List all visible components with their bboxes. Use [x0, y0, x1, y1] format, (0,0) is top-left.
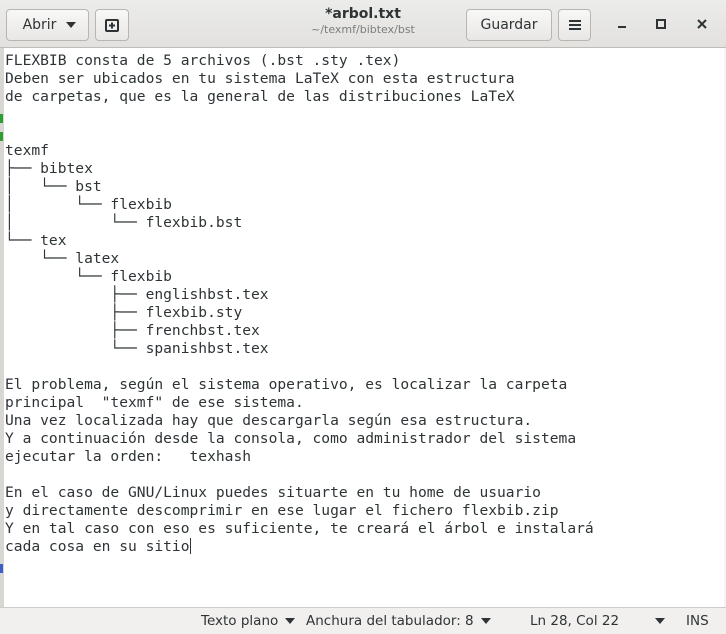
- editor-line: texmf: [5, 142, 49, 159]
- editor-line: FLEXBIB consta de 5 archivos (.bst .sty …: [5, 52, 401, 69]
- editor-line: Y a continuación desde la consola, como …: [5, 430, 577, 447]
- text-editor-area[interactable]: FLEXBIB consta de 5 archivos (.bst .sty …: [4, 48, 724, 607]
- editor-line: En el caso de GNU/Linux puedes situarte …: [5, 484, 541, 501]
- maximize-icon: [656, 19, 666, 29]
- gutter-marker-green: [0, 114, 3, 123]
- editor-line: ├── englishbst.tex: [5, 286, 269, 303]
- maximize-button[interactable]: [649, 12, 673, 36]
- minimize-button[interactable]: [610, 12, 634, 36]
- editor-line: y directamente descomprimir en ese lugar…: [5, 502, 559, 519]
- open-button-label: Abrir: [22, 17, 57, 33]
- chevron-down-icon: [66, 22, 77, 28]
- status-bar: Texto plano Anchura del tabulador: 8 Ln …: [0, 607, 726, 634]
- new-document-button[interactable]: [95, 9, 129, 41]
- hamburger-menu-icon: [568, 20, 581, 30]
- editor-line: └── spanishbst.tex: [5, 340, 269, 357]
- close-icon: [697, 19, 707, 29]
- chevron-down-icon: [285, 618, 296, 624]
- editor-line: │ └── bst: [5, 178, 102, 195]
- editor-line: ├── bibtex: [5, 160, 93, 177]
- editor-line: ejecutar la orden: texhash: [5, 448, 252, 465]
- window-title: *arbol.txt: [325, 6, 401, 22]
- tab-width-label: Anchura del tabulador: 8: [306, 613, 474, 629]
- save-button[interactable]: Guardar: [466, 9, 552, 41]
- cursor-position-selector[interactable]: Ln 28, Col 22: [530, 613, 666, 629]
- text-editor-window: Abrir *arbol.txt ~/texmf/bibtex/bst Guar…: [0, 0, 726, 634]
- editor-line: │ └── flexbib: [5, 196, 172, 213]
- window-subtitle: ~/texmf/bibtex/bst: [311, 23, 415, 36]
- new-document-icon: [105, 19, 119, 32]
- gutter-marker-green: [0, 132, 3, 141]
- gutter-marker-blue: [0, 564, 3, 573]
- editor-line: └── flexbib: [5, 268, 172, 285]
- insert-mode-label: INS: [686, 613, 709, 629]
- editor-line: Deben ser ubicados en tu sistema LaTeX c…: [5, 70, 515, 87]
- editor-line: El problema, según el sistema operativo,…: [5, 376, 568, 393]
- minimize-icon: [618, 26, 626, 28]
- save-button-label: Guardar: [480, 17, 538, 33]
- editor-text: FLEXBIB consta de 5 archivos (.bst .sty …: [4, 48, 724, 556]
- editor-line: de carpetas, que es la general de las di…: [5, 88, 515, 105]
- open-button[interactable]: Abrir: [6, 9, 89, 41]
- text-cursor: [189, 538, 191, 554]
- window-title-area: *arbol.txt ~/texmf/bibtex/bst: [240, 6, 486, 37]
- tab-width-selector[interactable]: Anchura del tabulador: 8: [306, 613, 491, 629]
- editor-line: ├── frenchbst.tex: [5, 322, 260, 339]
- close-button[interactable]: [690, 12, 714, 36]
- editor-line: Y en tal caso con eso es suficiente, te …: [5, 520, 594, 537]
- editor-line: │ └── flexbib.bst: [5, 214, 243, 231]
- syntax-selector[interactable]: Texto plano: [201, 613, 296, 629]
- editor-line: principal "texmf" de ese sistema.: [5, 394, 304, 411]
- chevron-down-icon: [655, 618, 666, 624]
- menu-button[interactable]: [558, 9, 591, 41]
- editor-line: ├── flexbib.sty: [5, 304, 243, 321]
- chevron-down-icon: [480, 618, 491, 624]
- editor-line: Una vez localizada hay que descargarla s…: [5, 412, 533, 429]
- editor-line: └── latex: [5, 250, 120, 267]
- syntax-label: Texto plano: [201, 613, 279, 629]
- editor-line: cada cosa en su sitio: [5, 538, 190, 555]
- insert-mode-indicator[interactable]: INS: [686, 613, 709, 629]
- cursor-position-label: Ln 28, Col 22: [530, 613, 620, 629]
- editor-line: └── tex: [5, 232, 67, 249]
- header-bar: Abrir *arbol.txt ~/texmf/bibtex/bst Guar…: [0, 0, 726, 48]
